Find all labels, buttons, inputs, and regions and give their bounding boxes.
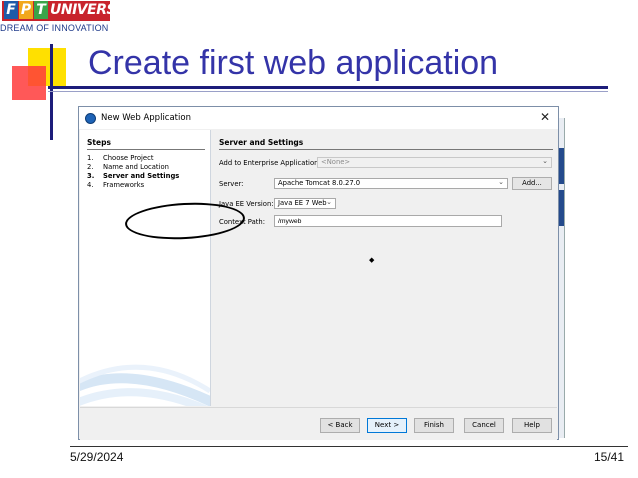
- decor-horizontal-line-thin: [48, 91, 608, 92]
- decor-horizontal-line: [48, 86, 608, 89]
- settings-heading: Server and Settings: [219, 138, 304, 147]
- back-button[interactable]: < Back: [320, 418, 360, 433]
- server-select[interactable]: Apache Tomcat 8.0.27.0 ⌄: [274, 178, 508, 189]
- step-label: Server and Settings: [103, 172, 180, 180]
- steps-panel: Steps 1. Choose Project 2. Name and Locati…: [80, 130, 211, 406]
- step-number: 2.: [87, 163, 94, 171]
- logo-letter-t: T: [34, 1, 48, 19]
- logo-fpt-letters: F P T: [4, 1, 48, 20]
- server-value: Apache Tomcat 8.0.27.0: [278, 179, 361, 187]
- dialog-titlebar[interactable]: New Web Application ✕: [79, 107, 558, 129]
- mouse-cursor-icon: ◆: [369, 256, 375, 264]
- dialog-button-bar: < Back Next > Finish Cancel Help: [80, 407, 557, 440]
- logo-tagline: DREAM OF INNOVATION: [0, 23, 109, 33]
- step-item-current: 3. Server and Settings: [87, 172, 179, 181]
- decorative-swoosh: [80, 364, 210, 406]
- dialog-title: New Web Application: [101, 113, 191, 123]
- decor-red-square: [12, 66, 46, 100]
- chevron-down-icon: ⌄: [326, 198, 332, 206]
- steps-list: 1. Choose Project 2. Name and Location 3. S…: [87, 154, 179, 190]
- step-number: 4.: [87, 181, 94, 189]
- logo-university-text: UNIVERSITY: [50, 2, 140, 18]
- chevron-down-icon: ⌄: [542, 157, 548, 165]
- java-ee-version-select[interactable]: Java EE 7 Web ⌄: [274, 198, 336, 209]
- step-item: 4. Frameworks: [87, 181, 179, 190]
- netbeans-app-icon: [85, 112, 96, 124]
- step-number: 3.: [87, 172, 95, 180]
- decor-vertical-line: [50, 44, 53, 140]
- enterprise-app-select[interactable]: <None> ⌄: [317, 157, 552, 168]
- slide-page-number: 15/41: [593, 450, 624, 464]
- slide-title: Create first web application: [88, 44, 499, 82]
- slide-date: 5/29/2024: [70, 450, 124, 464]
- cancel-button[interactable]: Cancel: [464, 418, 504, 433]
- logo-letter-f: F: [4, 1, 18, 19]
- help-button[interactable]: Help: [512, 418, 552, 433]
- server-label: Server:: [219, 180, 244, 188]
- next-button[interactable]: Next >: [367, 418, 407, 433]
- steps-heading: Steps: [87, 138, 111, 147]
- step-label: Choose Project: [103, 154, 154, 162]
- new-web-application-dialog: New Web Application ✕ Steps 1. Choose Pro…: [78, 106, 559, 440]
- chevron-down-icon: ⌄: [498, 178, 504, 186]
- step-label: Name and Location: [103, 163, 169, 171]
- finish-button[interactable]: Finish: [414, 418, 454, 433]
- settings-divider: [219, 149, 553, 150]
- step-label: Frameworks: [103, 181, 145, 189]
- enterprise-app-value: <None>: [321, 158, 351, 166]
- footer-divider: [70, 446, 628, 447]
- add-server-button[interactable]: Add...: [512, 177, 552, 190]
- close-button[interactable]: ✕: [540, 110, 550, 124]
- settings-panel: Server and Settings Add to Enterprise Ap…: [211, 130, 558, 406]
- enterprise-app-label: Add to Enterprise Application:: [219, 159, 321, 167]
- java-ee-version-value: Java EE 7 Web: [278, 199, 327, 207]
- context-path-input[interactable]: [274, 215, 502, 227]
- logo-letter-p: P: [19, 1, 33, 19]
- steps-divider: [87, 149, 205, 150]
- step-number: 1.: [87, 154, 94, 162]
- step-item: 1. Choose Project: [87, 154, 179, 163]
- fpt-university-logo: F P T UNIVERSITY DREAM OF INNOVATION: [0, 0, 140, 36]
- step-item: 2. Name and Location: [87, 163, 179, 172]
